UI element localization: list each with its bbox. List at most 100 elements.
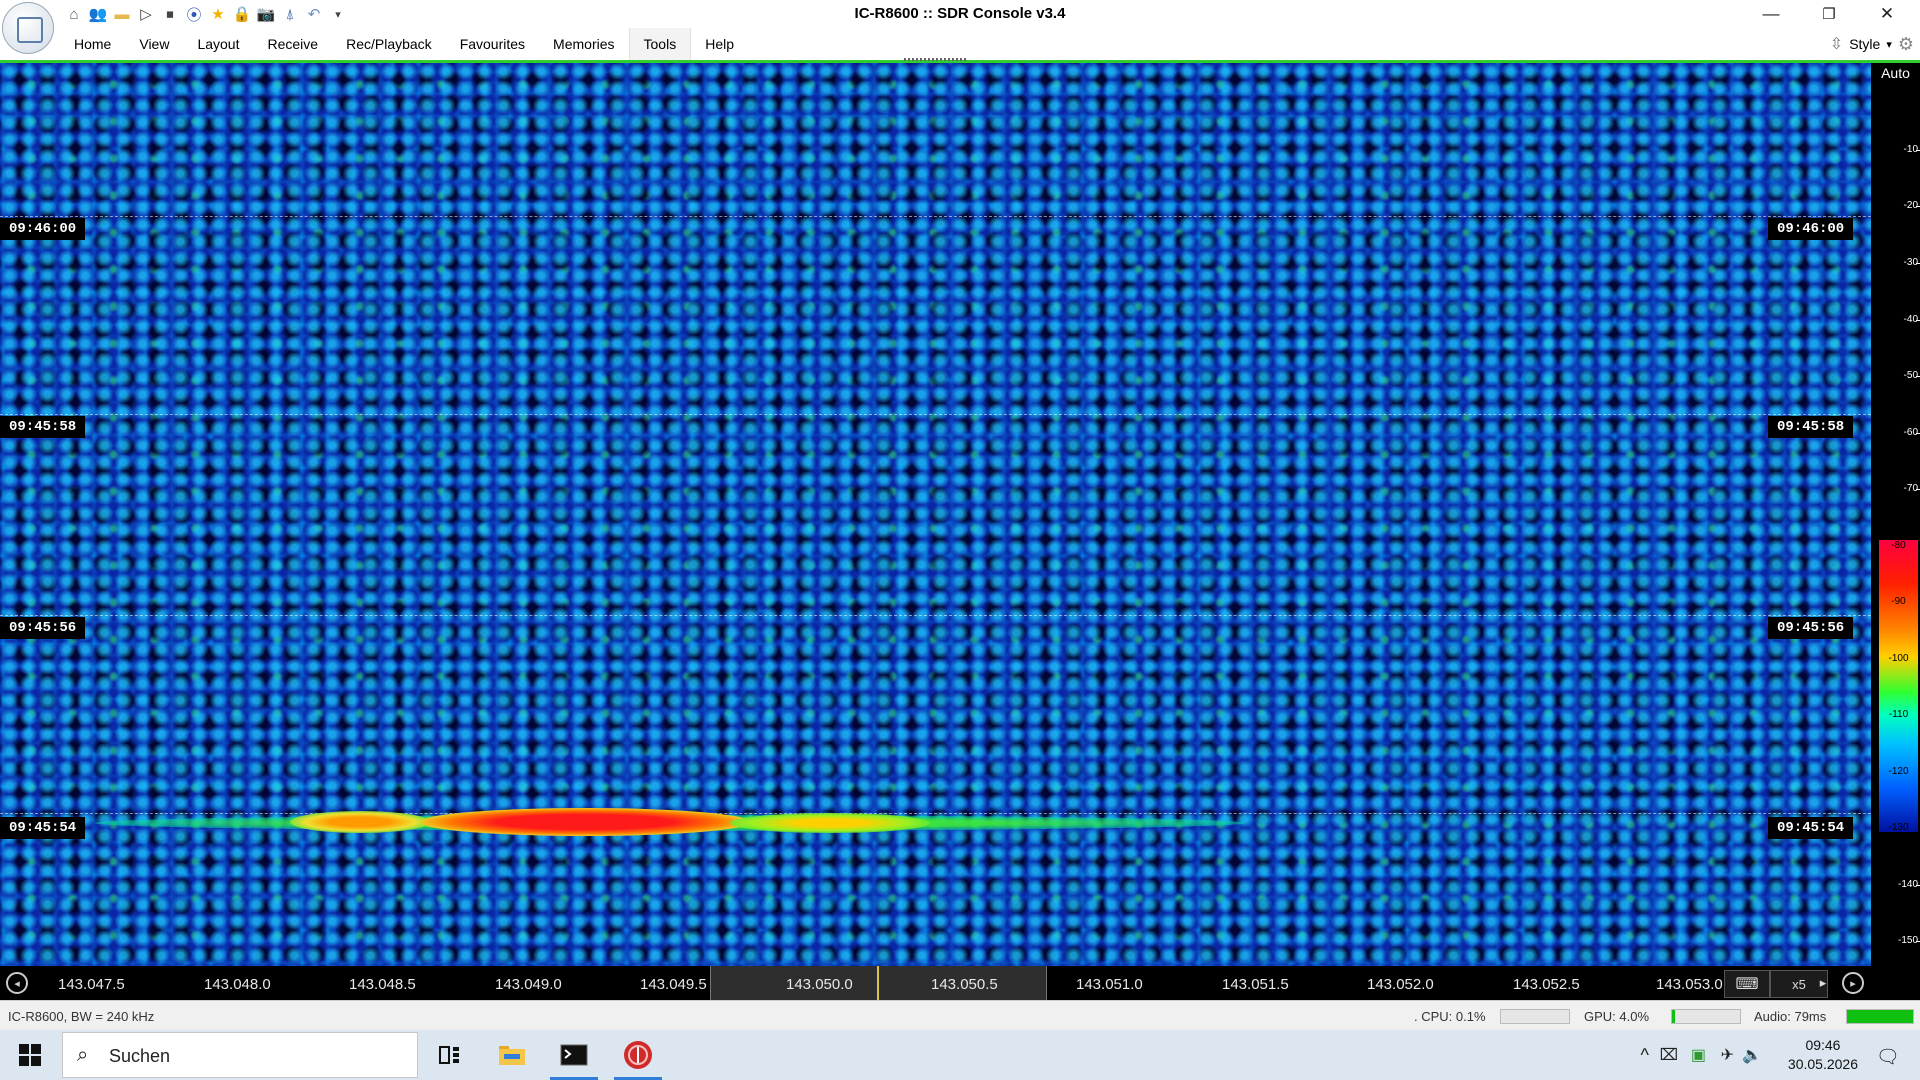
keyboard-icon[interactable]: ⌨ [1724,970,1770,998]
tray-chevron-icon[interactable]: ^ [1641,1045,1649,1066]
taskbar-sdr-console[interactable] [610,1030,666,1080]
taskbar: ⌕ Suchen ^ ⌧ ▣ ✈ 🔈 09:46 30.05.2026 🗨 [0,1030,1920,1080]
cpu-status: . CPU: 0.1% [1414,1009,1486,1024]
gpu-status: GPU: 4.0% [1584,1009,1650,1024]
window-title: IC-R8600 :: SDR Console v3.4 [854,5,1066,22]
db-tick: -140 [1897,879,1920,890]
taskbar-clock[interactable]: 09:46 30.05.2026 [1788,1036,1858,1074]
freq-label: 143.052.5 [1513,976,1580,993]
collapse-ribbon-icon[interactable]: ⇳ [1830,34,1843,54]
freq-label: 143.051.0 [1076,976,1143,993]
cpu-meter [1500,1009,1570,1024]
audio-status: Audio: 79ms [1754,1009,1827,1024]
freq-label: 143.047.5 [58,976,125,993]
volume-icon[interactable]: 🔈 [1742,1045,1762,1065]
application-menu-button[interactable] [2,2,54,54]
time-gridline [0,216,1871,217]
close-button[interactable]: ✕ [1858,0,1916,28]
db-tick: -10 [1903,144,1920,155]
tab-rec-playback[interactable]: Rec/Playback [332,28,446,60]
db-tick: -20 [1903,200,1920,211]
notification-center-icon[interactable]: 🗨 [1876,1045,1900,1069]
style-dropdown-icon[interactable]: ▾ [1886,38,1892,51]
time-marker-right: 09:45:58 [1768,416,1854,438]
tab-tools[interactable]: Tools [628,28,692,60]
audio-meter [1846,1009,1914,1024]
db-tick: -70 [1903,483,1920,494]
status-bar: IC-R8600, BW = 240 kHz . CPU: 0.1% GPU: … [0,1000,1920,1031]
freq-label: 143.051.5 [1222,976,1289,993]
db-tick: -120 [1888,766,1909,777]
freq-label: 143.048.5 [349,976,416,993]
search-input[interactable]: Suchen [109,1046,170,1067]
time-gridline [0,615,1871,616]
time-gridline [0,414,1871,415]
start-button[interactable] [0,1030,60,1080]
search-icon: ⌕ [77,1044,89,1066]
freq-label: 143.049.5 [640,976,707,993]
db-tick: -80 [1891,540,1906,551]
taskbar-terminal[interactable] [546,1030,602,1080]
frequency-axis[interactable]: ◂ 143.047.5 143.048.0 143.048.5 143.049.… [0,966,1920,1000]
scroll-left-button[interactable]: ◂ [6,972,28,994]
time-marker-right: 09:46:00 [1768,218,1854,240]
db-tick: -40 [1903,314,1920,325]
freq-label: 143.053.0 [1656,976,1723,993]
folder-icon [499,1046,525,1065]
db-scale[interactable]: Auto -10 -20 -30 -40 -50 -60 -70 -80 -90… [1871,63,1920,966]
zoom-arrow-icon[interactable]: ▸ [1814,970,1832,996]
tab-receive[interactable]: Receive [254,28,333,60]
colour-range-bar[interactable] [1879,540,1918,832]
taskbar-search[interactable]: ⌕ Suchen [62,1032,418,1078]
airplane-mode-icon[interactable]: ✈ [1721,1045,1734,1065]
time-marker-left: 09:45:54 [0,817,86,839]
task-view-icon [439,1046,459,1064]
tab-help[interactable]: Help [691,28,748,60]
windows-logo-icon [19,1044,41,1066]
tab-memories[interactable]: Memories [539,28,628,60]
style-menu[interactable]: ⇳ Style ▾ ⚙ [1830,32,1914,56]
time-marker-left: 09:45:56 [0,617,86,639]
signal-tail [730,813,930,833]
ribbon-tabs: Home View Layout Receive Rec/Playback Fa… [60,28,748,60]
zoom-value: x5 [1792,976,1806,992]
db-tick: -110 [1888,709,1909,720]
gpu-meter-fill [1672,1010,1675,1023]
terminal-icon [560,1044,588,1066]
minimize-button[interactable]: — [1742,0,1800,28]
menu-bar: Home View Layout Receive Rec/Playback Fa… [0,28,1920,61]
time-marker-left: 09:45:58 [0,416,86,438]
tab-view[interactable]: View [125,28,183,60]
freq-label: 143.049.0 [495,976,562,993]
tuning-marker[interactable] [877,966,879,1000]
gpu-tray-icon[interactable]: ▣ [1691,1045,1706,1065]
time-gridline [0,813,1871,814]
task-view-button[interactable] [422,1030,478,1080]
db-tick: -30 [1903,257,1920,268]
tab-home[interactable]: Home [60,28,125,60]
time-marker-right: 09:45:56 [1768,617,1854,639]
time-marker-left: 09:46:00 [0,218,86,240]
waterfall-display[interactable]: 09:46:00 09:45:58 09:45:56 09:45:54 09:4… [0,63,1871,966]
freq-label: 143.050.5 [931,976,998,993]
scale-auto-toggle[interactable]: Auto [1871,65,1920,81]
freq-label: 143.050.0 [786,976,853,993]
db-tick: -100 [1888,653,1909,664]
db-tick: -90 [1891,596,1906,607]
style-label[interactable]: Style [1849,36,1880,52]
taskbar-file-explorer[interactable] [484,1030,540,1080]
audio-meter-fill [1847,1010,1913,1023]
device-status: IC-R8600, BW = 240 kHz [8,1009,155,1024]
resize-grip[interactable] [904,58,968,61]
scroll-right-button[interactable]: ▸ [1842,972,1864,994]
settings-gear-icon[interactable]: ⚙ [1898,34,1914,55]
tab-favourites[interactable]: Favourites [446,28,539,60]
db-tick: -60 [1903,427,1920,438]
keyboard-tray-icon[interactable]: ⌧ [1660,1045,1678,1065]
clock-date: 30.05.2026 [1787,1056,1858,1072]
clock-time: 09:46 [1805,1037,1841,1053]
restore-button[interactable]: ❐ [1800,0,1858,28]
tab-layout[interactable]: Layout [183,28,253,60]
gpu-meter [1671,1009,1741,1024]
db-tick: -50 [1903,370,1920,381]
